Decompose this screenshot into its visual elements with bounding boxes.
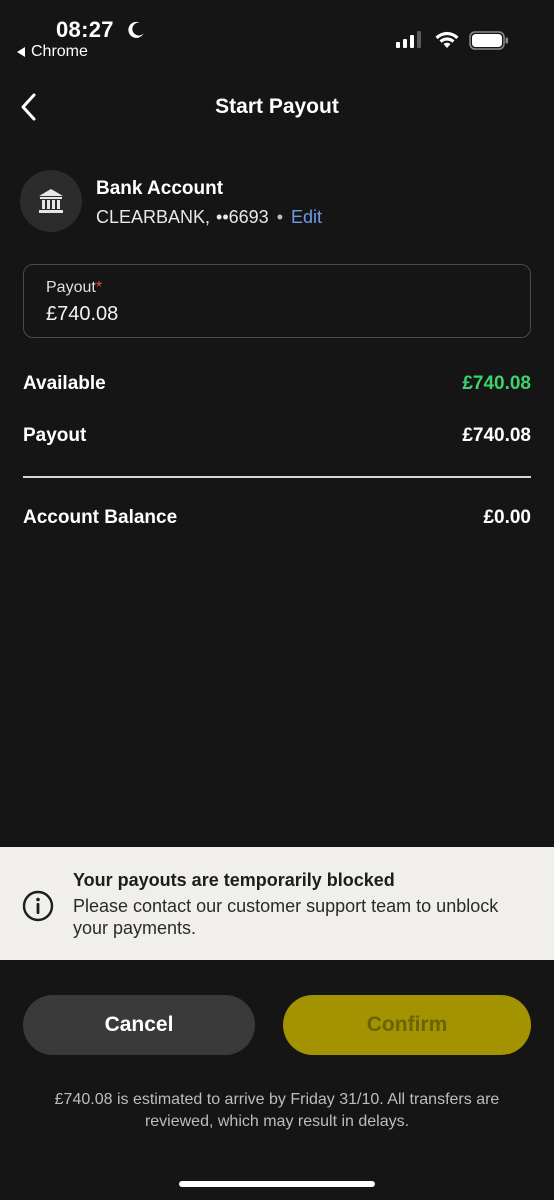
arrival-estimate-note: £740.08 is estimated to arrive by Friday…	[54, 1091, 500, 1130]
available-value: £740.08	[462, 373, 531, 394]
payout-summary-value: £740.08	[462, 425, 531, 446]
confirm-button[interactable]: Confirm	[283, 995, 531, 1055]
separator-dot: •	[276, 207, 284, 227]
account-balance-label: Account Balance	[23, 507, 178, 528]
moon-icon	[128, 21, 144, 38]
wifi-icon	[435, 31, 459, 48]
page-title: Start Payout	[215, 95, 339, 118]
payout-amount-input[interactable]	[46, 303, 506, 326]
account-balance-row: Account Balance £0.00	[23, 507, 531, 529]
home-indicator[interactable]	[179, 1181, 375, 1187]
summary-divider	[23, 476, 531, 478]
payout-label-text: Payout	[46, 279, 96, 296]
payout-summary-label: Payout	[23, 425, 87, 446]
bank-icon	[20, 170, 82, 232]
edit-bank-link[interactable]: Edit	[291, 207, 322, 228]
status-time: 08:27	[56, 17, 114, 42]
account-balance-value: £0.00	[483, 507, 531, 528]
required-marker: *	[95, 279, 103, 296]
notice-text: Please contact our customer support team…	[73, 896, 499, 938]
back-app-label: Chrome	[31, 43, 88, 60]
notice-title: Your payouts are temporarily blocked	[73, 870, 395, 890]
payout-row: Payout £740.08	[23, 425, 531, 447]
status-bar: 08:27 Chrome	[0, 0, 554, 70]
payout-amount-field[interactable]: Payout*	[23, 264, 531, 338]
masked-account-number: ••6693	[216, 207, 269, 227]
info-icon	[22, 890, 54, 922]
bank-account-title: Bank Account	[96, 178, 224, 199]
payout-field-label: Payout*	[46, 279, 102, 297]
bank-name: CLEARBANK,	[96, 207, 211, 227]
payout-blocked-notice: Your payouts are temporarily blocked Ple…	[0, 847, 554, 960]
navigation-bar: Start Payout	[0, 82, 554, 132]
cellular-signal-icon	[396, 30, 421, 48]
back-triangle-icon	[17, 47, 25, 57]
back-to-app-link[interactable]: Chrome	[17, 43, 88, 61]
bank-account-details: CLEARBANK, ••6693 • Edit	[96, 207, 322, 228]
bank-account-row: Bank Account CLEARBANK, ••6693 • Edit	[20, 170, 534, 232]
available-label: Available	[23, 373, 106, 394]
battery-icon	[469, 31, 508, 50]
available-row: Available £740.08	[23, 373, 531, 395]
cancel-button[interactable]: Cancel	[23, 995, 255, 1055]
